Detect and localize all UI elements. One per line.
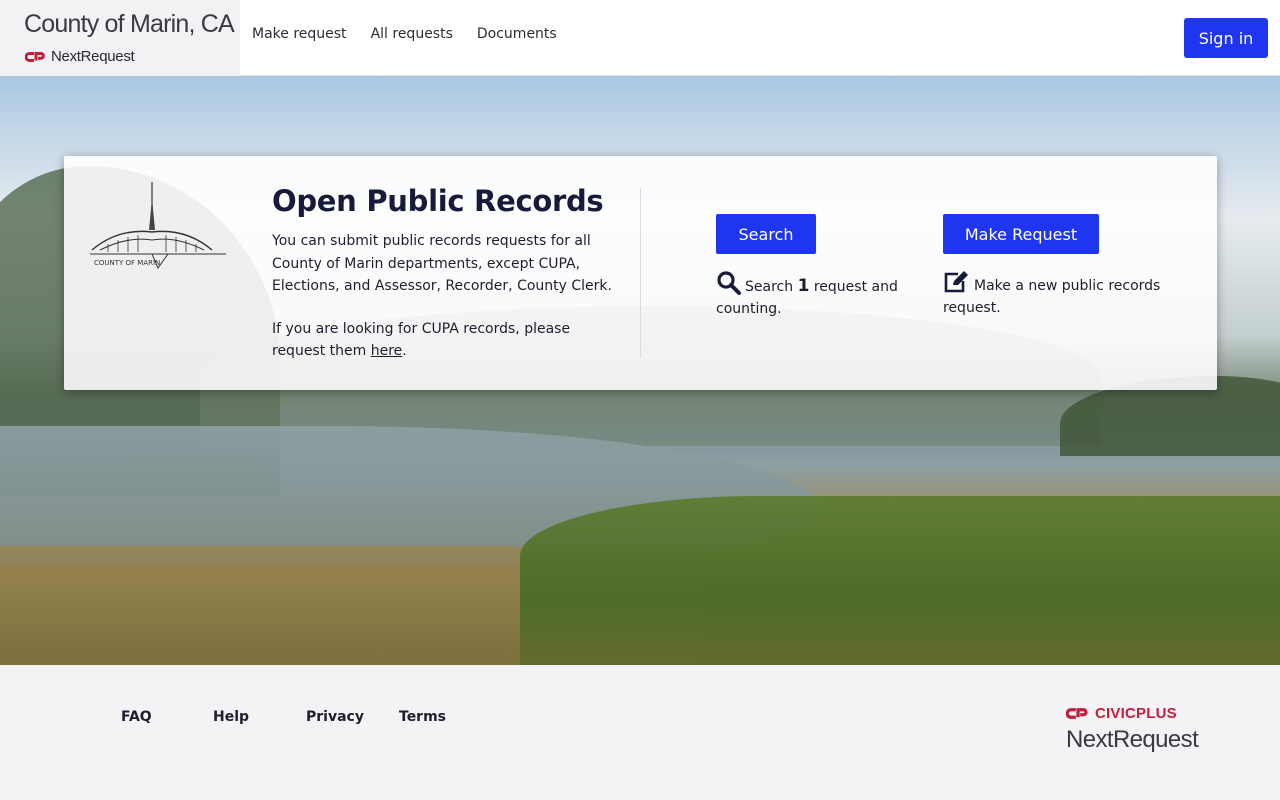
search-action: Search Search 1 request and counting. bbox=[716, 214, 916, 320]
civicplus-brand[interactable]: CIVICPLUS NextRequest bbox=[1066, 705, 1199, 754]
footer-link-faq[interactable]: FAQ bbox=[121, 709, 213, 725]
cp-logo-icon bbox=[25, 51, 45, 62]
civicplus-name: CIVICPLUS bbox=[1095, 705, 1177, 722]
hero-scenery-grass bbox=[520, 496, 1280, 665]
county-seal-logo: COUNTY OF MARIN bbox=[90, 182, 226, 270]
edit-icon bbox=[944, 271, 968, 293]
cupa-here-link[interactable]: here bbox=[371, 343, 403, 359]
product-brand: NextRequest bbox=[25, 48, 135, 65]
search-description: Search 1 request and counting. bbox=[716, 270, 916, 320]
intro-paragraph-2: If you are looking for CUPA records, ple… bbox=[272, 318, 622, 363]
footer-product-name: NextRequest bbox=[1066, 726, 1199, 753]
card-divider bbox=[640, 188, 641, 358]
search-icon bbox=[717, 271, 741, 295]
brand-block[interactable]: County of Marin, CA NextRequest bbox=[0, 0, 240, 76]
nav-all-requests[interactable]: All requests bbox=[371, 26, 453, 42]
civicplus-row: CIVICPLUS bbox=[1066, 705, 1198, 722]
intro-card: COUNTY OF MARIN Open Public Records You … bbox=[64, 156, 1217, 390]
nav-documents[interactable]: Documents bbox=[477, 26, 557, 42]
page-title: Open Public Records bbox=[272, 184, 604, 218]
main-nav: Make request All requests Documents bbox=[252, 26, 557, 42]
make-request-description: Make a new public records request. bbox=[943, 270, 1183, 319]
make-request-button[interactable]: Make Request bbox=[943, 214, 1099, 254]
request-count: 1 bbox=[797, 276, 810, 296]
intro-cupa-text: If you are looking for CUPA records, ple… bbox=[272, 320, 571, 360]
search-button[interactable]: Search bbox=[716, 214, 816, 254]
org-title[interactable]: County of Marin, CA bbox=[24, 10, 235, 39]
logo-caption: COUNTY OF MARIN bbox=[94, 259, 160, 267]
make-request-action: Make Request Make a new public records r… bbox=[943, 214, 1183, 319]
footer-link-terms[interactable]: Terms bbox=[399, 709, 446, 725]
footer-link-privacy[interactable]: Privacy bbox=[306, 709, 399, 725]
site-footer: FAQ Help Privacy Terms CIVICPLUS NextReq… bbox=[0, 665, 1280, 800]
nav-make-request[interactable]: Make request bbox=[252, 26, 347, 42]
intro-text: You can submit public records requests f… bbox=[272, 230, 622, 363]
intro-paragraph-1: You can submit public records requests f… bbox=[272, 233, 612, 294]
site-header: County of Marin, CA NextRequest Make req… bbox=[0, 0, 1280, 76]
sign-in-button[interactable]: Sign in bbox=[1184, 18, 1268, 58]
footer-link-help[interactable]: Help bbox=[213, 709, 306, 725]
search-desc-text: Search bbox=[745, 279, 798, 295]
footer-links: FAQ Help Privacy Terms bbox=[121, 709, 446, 725]
make-request-desc-text: Make a new public records request. bbox=[943, 278, 1161, 316]
cp-logo-icon bbox=[1066, 708, 1088, 719]
product-name: NextRequest bbox=[51, 48, 135, 65]
intro-period: . bbox=[402, 343, 407, 359]
